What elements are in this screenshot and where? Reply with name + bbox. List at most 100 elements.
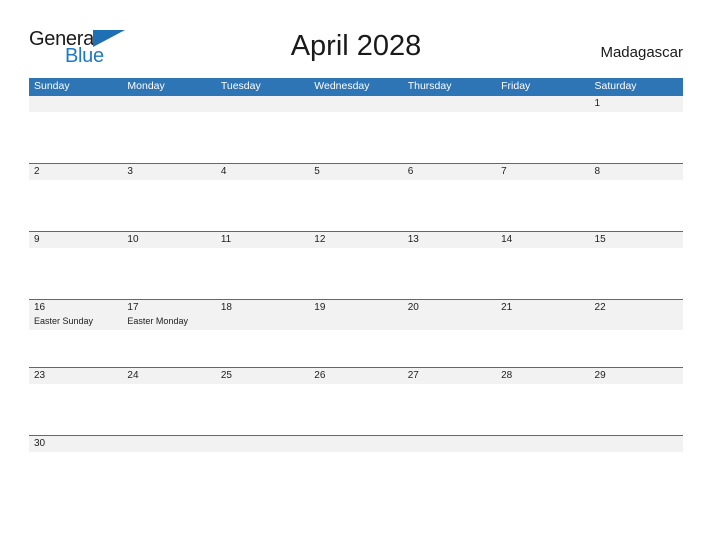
day-number — [34, 98, 122, 110]
day-number: 7 — [501, 166, 507, 177]
day-cell[interactable]: 11 — [216, 232, 309, 248]
day-number: 14 — [501, 234, 513, 245]
calendar-table: Sunday Monday Tuesday Wednesday Thursday… — [29, 78, 683, 476]
day-cell[interactable]: 17 Easter Monday — [122, 300, 215, 330]
day-cell[interactable]: 6 — [403, 164, 496, 180]
day-cell[interactable] — [403, 436, 496, 452]
weekday-header-thursday: Thursday — [407, 80, 452, 92]
day-cell[interactable]: 9 — [29, 232, 122, 248]
day-cell[interactable] — [216, 96, 309, 112]
week-date-band: 30 — [29, 436, 683, 452]
day-cell[interactable]: 14 — [496, 232, 589, 248]
day-number — [408, 98, 496, 110]
week-filler — [29, 452, 683, 476]
day-cell[interactable]: 29 — [590, 368, 683, 384]
day-number: 4 — [220, 166, 227, 177]
day-cell[interactable] — [122, 436, 215, 452]
day-number — [127, 438, 215, 450]
day-cell[interactable]: 19 — [309, 300, 402, 330]
day-cell[interactable] — [496, 96, 589, 112]
day-number: 25 — [220, 370, 232, 381]
week-date-band: 9 10 11 12 13 14 15 — [29, 232, 683, 248]
day-number: 9 — [34, 234, 40, 245]
day-cell[interactable]: 26 — [309, 368, 402, 384]
day-number: 6 — [407, 166, 414, 177]
day-number — [221, 98, 309, 110]
day-number: 10 — [127, 234, 139, 245]
day-cell[interactable]: 25 — [216, 368, 309, 384]
day-number: 1 — [594, 98, 601, 109]
day-cell[interactable] — [309, 96, 402, 112]
day-number — [221, 438, 309, 450]
weekday-header-sunday: Sunday — [34, 80, 70, 92]
week-filler — [29, 330, 683, 367]
day-number — [314, 98, 402, 110]
day-number: 27 — [407, 370, 419, 381]
day-cell[interactable]: 22 — [590, 300, 683, 330]
day-cell[interactable]: 13 — [403, 232, 496, 248]
day-number — [501, 438, 589, 450]
weekday-header-wednesday: Wednesday — [314, 80, 370, 92]
day-number: 12 — [314, 234, 326, 245]
weekday-header-monday: Monday — [127, 80, 165, 92]
day-cell[interactable]: 7 — [496, 164, 589, 180]
day-cell[interactable]: 24 — [122, 368, 215, 384]
day-number: 28 — [501, 370, 513, 381]
day-number — [408, 438, 496, 450]
day-number: 23 — [34, 370, 46, 381]
day-cell[interactable]: 12 — [309, 232, 402, 248]
day-cell[interactable]: 18 — [216, 300, 309, 330]
day-cell[interactable]: 27 — [403, 368, 496, 384]
day-cell[interactable] — [496, 436, 589, 452]
day-number: 16 — [34, 302, 46, 313]
day-cell[interactable]: 23 — [29, 368, 122, 384]
day-cell[interactable]: 15 — [590, 232, 683, 248]
day-cell[interactable]: 2 — [29, 164, 122, 180]
weekday-header-friday: Friday — [501, 80, 531, 92]
week-filler — [29, 384, 683, 435]
week-date-band: 2 3 4 5 6 7 8 — [29, 164, 683, 180]
day-number: 8 — [594, 166, 601, 177]
day-number: 11 — [220, 234, 232, 245]
day-cell[interactable]: 28 — [496, 368, 589, 384]
day-number — [314, 438, 402, 450]
weekday-header-row: Sunday Monday Tuesday Wednesday Thursday… — [29, 78, 683, 95]
day-number: 15 — [594, 234, 606, 245]
week-date-band: 1 — [29, 96, 683, 112]
page-header: General Blue April 2028 Madagascar — [0, 0, 712, 67]
day-cell[interactable]: 4 — [216, 164, 309, 180]
day-cell[interactable] — [122, 96, 215, 112]
week-date-band: 16 Easter Sunday 17 Easter Monday 18 19 … — [29, 300, 683, 330]
day-number: 24 — [127, 370, 139, 381]
day-cell[interactable]: 30 — [29, 436, 122, 452]
weekday-header-saturday: Saturday — [594, 80, 637, 92]
day-cell[interactable]: 3 — [122, 164, 215, 180]
day-number: 5 — [314, 166, 320, 177]
day-number — [501, 98, 589, 110]
day-cell[interactable]: 20 — [403, 300, 496, 330]
week-filler — [29, 112, 683, 163]
day-cell[interactable] — [590, 436, 683, 452]
day-cell[interactable]: 5 — [309, 164, 402, 180]
day-number: 17 — [127, 302, 139, 313]
week-filler — [29, 248, 683, 299]
day-number: 3 — [127, 166, 133, 177]
day-number: 19 — [314, 302, 326, 313]
day-cell[interactable]: 1 — [590, 96, 683, 112]
day-cell[interactable]: 8 — [590, 164, 683, 180]
week-row: 1 — [29, 95, 683, 163]
day-cell[interactable]: 16 Easter Sunday — [29, 300, 122, 330]
day-number — [595, 438, 683, 450]
day-number: 20 — [407, 302, 419, 313]
week-row: 30 — [29, 435, 683, 476]
day-number: 22 — [594, 302, 606, 313]
day-number: 13 — [407, 234, 419, 245]
day-cell[interactable]: 21 — [496, 300, 589, 330]
week-row: 16 Easter Sunday 17 Easter Monday 18 19 … — [29, 299, 683, 367]
day-number — [127, 98, 215, 110]
day-cell[interactable] — [29, 96, 122, 112]
day-cell[interactable] — [309, 436, 402, 452]
day-cell[interactable]: 10 — [122, 232, 215, 248]
day-cell[interactable] — [216, 436, 309, 452]
day-cell[interactable] — [403, 96, 496, 112]
